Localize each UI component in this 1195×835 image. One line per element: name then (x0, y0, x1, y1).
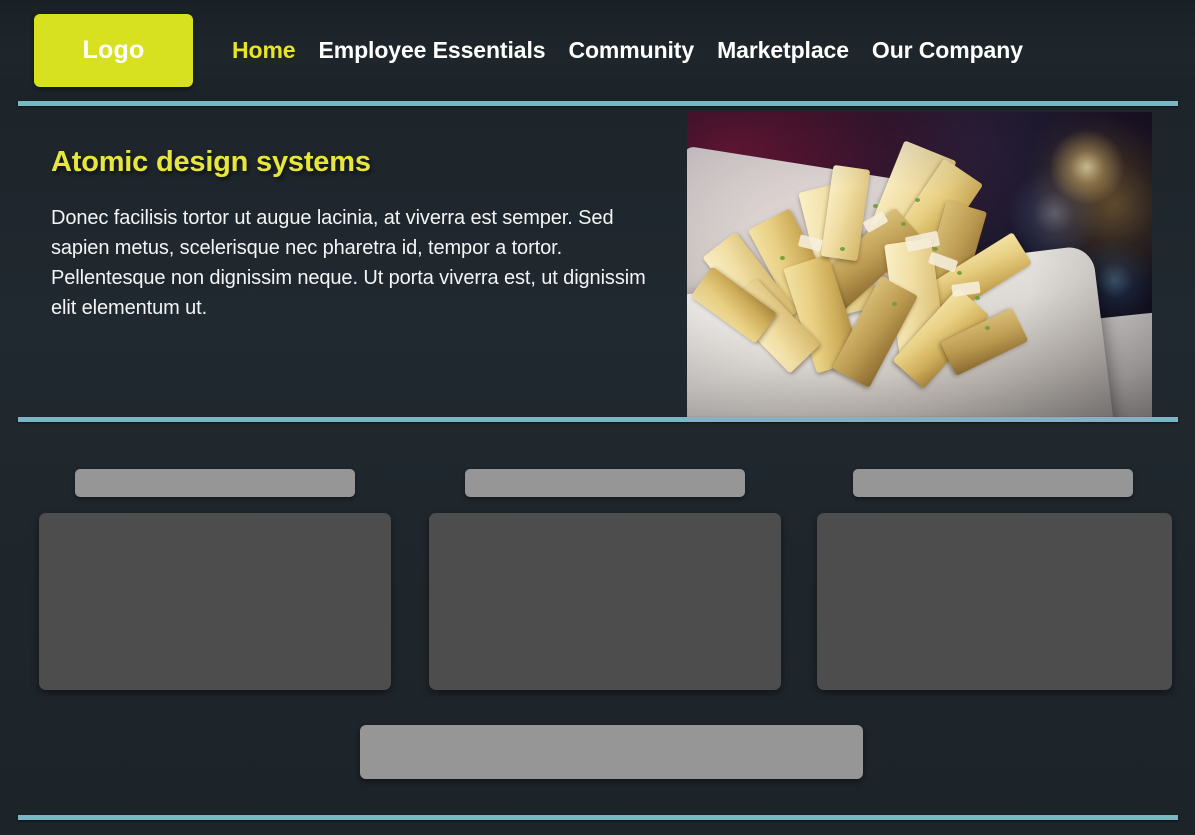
hero-section: Atomic design systems Donec facilisis to… (0, 106, 1195, 418)
hero-copy: Atomic design systems Donec facilisis to… (51, 146, 651, 323)
placeholder-heading-bar-3[interactable] (853, 469, 1133, 497)
hero-image-vignette (687, 112, 1152, 418)
page-root: Logo Home Employee Essentials Community … (0, 0, 1195, 835)
placeholder-heading-bar-2[interactable] (465, 469, 745, 497)
placeholder-card-2[interactable] (429, 513, 781, 690)
placeholder-card-3[interactable] (817, 513, 1172, 690)
primary-navigation: Home Employee Essentials Community Marke… (232, 37, 1023, 64)
logo-label: Logo (82, 36, 145, 64)
nav-item-our-company[interactable]: Our Company (872, 37, 1023, 64)
nav-item-community[interactable]: Community (568, 37, 694, 64)
hero-image (687, 112, 1152, 418)
divider-footer (18, 815, 1178, 820)
site-header: Logo Home Employee Essentials Community … (0, 0, 1195, 101)
placeholder-card-1[interactable] (39, 513, 391, 690)
nav-item-home[interactable]: Home (232, 37, 296, 64)
placeholder-wide-bar[interactable] (360, 725, 863, 779)
card-group-1 (39, 422, 391, 690)
nav-item-employee-essentials[interactable]: Employee Essentials (319, 37, 546, 64)
hero-title: Atomic design systems (51, 146, 371, 178)
placeholder-heading-bar-1[interactable] (75, 469, 355, 497)
nav-item-marketplace[interactable]: Marketplace (717, 37, 849, 64)
logo-button[interactable]: Logo (34, 14, 193, 87)
card-group-3 (817, 422, 1172, 690)
card-group-2 (429, 422, 781, 690)
hero-body-text: Donec facilisis tortor ut augue lacinia,… (51, 207, 646, 319)
content-section (0, 422, 1195, 815)
